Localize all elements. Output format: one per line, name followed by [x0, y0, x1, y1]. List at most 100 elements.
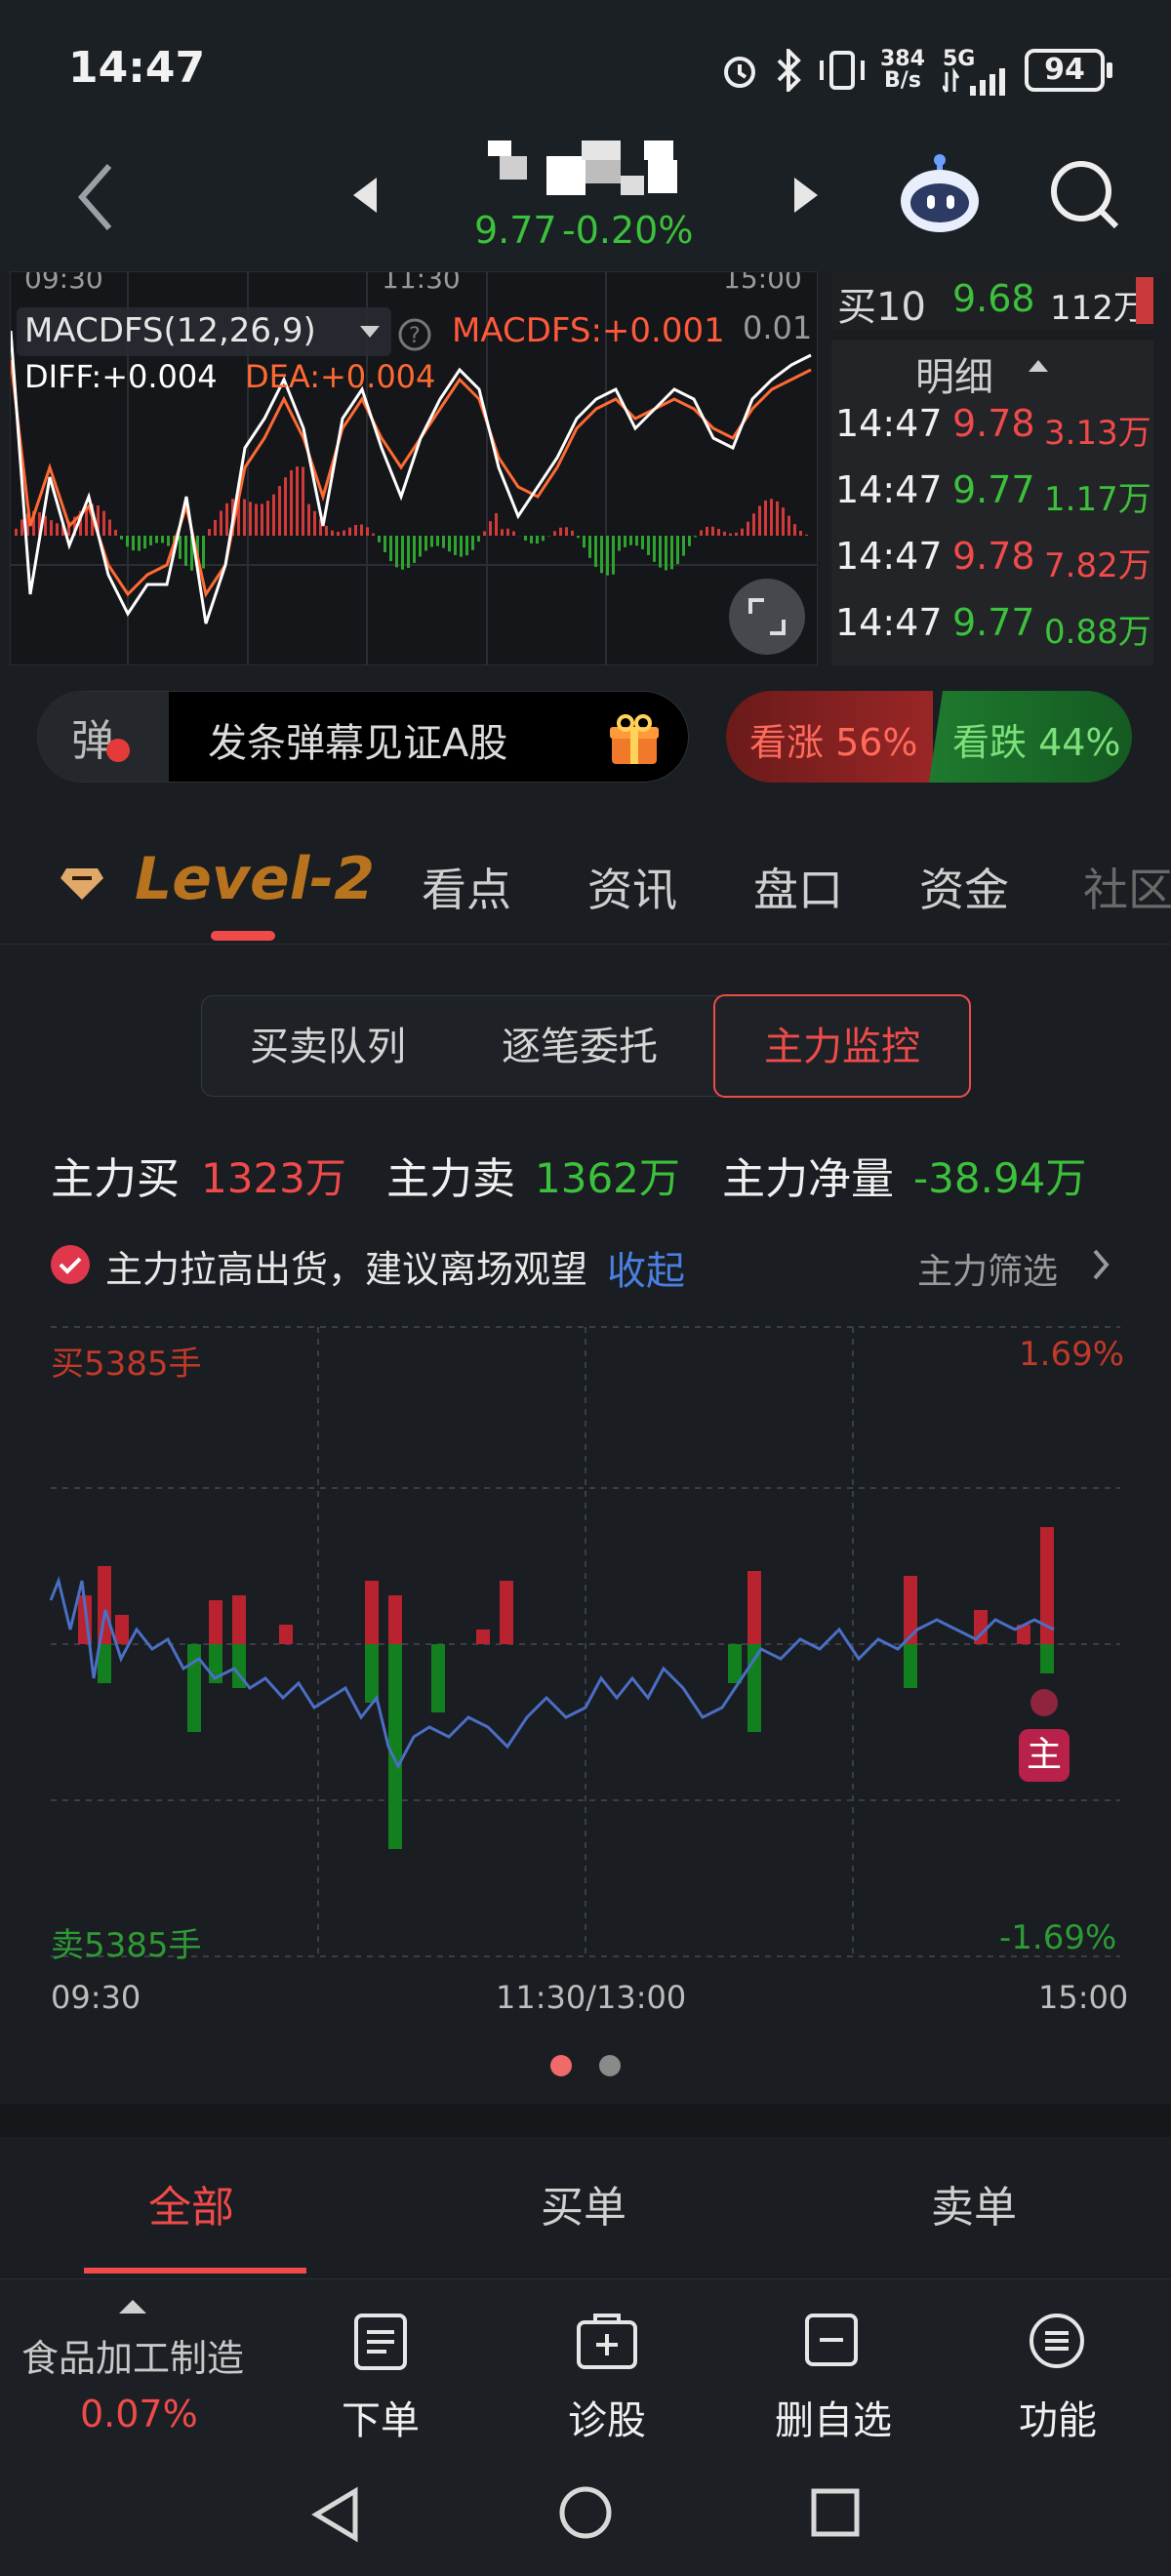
tab-all[interactable]: 全部: [148, 2172, 234, 2234]
buy10-label: 买10: [837, 285, 926, 330]
main-monitor-chart[interactable]: 买5385手 1.69% 卖5385手 -1.69% 主 09:30 11:30…: [0, 1308, 1171, 2016]
macd-histogram-bar: [284, 477, 287, 536]
macd-histogram-bar: [547, 536, 550, 537]
trade-detail-panel: 买10 9.68 112万 明细 14:47 9.78 3.13万 14:47 9…: [831, 271, 1153, 665]
remove-watchlist-icon[interactable]: [804, 2313, 859, 2367]
chart-top-left-label: 买5385手: [51, 1345, 202, 1384]
gift-icon[interactable]: [608, 713, 661, 766]
collapse-link[interactable]: 收起: [607, 1239, 685, 1296]
macd-histogram-bar: [477, 536, 480, 543]
macd-histogram-bar: [665, 536, 667, 571]
nav-recents-icon[interactable]: [810, 2487, 861, 2538]
nav-home-icon[interactable]: [558, 2485, 613, 2540]
macd-histogram-bar: [220, 510, 222, 536]
macd-histogram-bar: [167, 536, 170, 546]
main-buy-bar: [365, 1581, 379, 1644]
tab-funds[interactable]: 资金: [919, 855, 1009, 919]
macd-histogram-bar: [354, 524, 357, 536]
prev-stock-icon[interactable]: [351, 176, 381, 215]
macd-axis-top: 0.01: [743, 309, 813, 346]
detail-row: 14:47 9.78 7.82万: [831, 529, 1153, 587]
toolbar-remove-watchlist[interactable]: 删自选: [775, 2389, 892, 2445]
detail-row: 14:47 9.78 3.13万: [831, 396, 1153, 455]
macd-histogram-bar: [413, 536, 416, 563]
macd-histogram-bar: [249, 502, 252, 536]
fullscreen-button[interactable]: [729, 579, 805, 655]
tab-kandian[interactable]: 看点: [422, 855, 511, 919]
macd-histogram-bar: [384, 536, 386, 552]
tab-level2[interactable]: Level-2: [135, 845, 375, 913]
macd-histogram-bar: [752, 513, 755, 536]
volume-bar: [1136, 277, 1153, 324]
expand-icon: [748, 598, 786, 635]
macd-histogram-bar: [670, 536, 673, 570]
buy10-volume: 112万: [1050, 289, 1147, 328]
search-icon[interactable]: [1046, 156, 1124, 234]
tab-pankou[interactable]: 盘口: [753, 855, 843, 919]
toolbar-functions[interactable]: 功能: [1019, 2389, 1097, 2445]
macd-histogram-bar: [688, 536, 691, 546]
segment-main-monitor[interactable]: 主力监控: [713, 994, 971, 1098]
macd-histogram-bar: [179, 536, 182, 559]
tab-sell-orders[interactable]: 卖单: [931, 2172, 1017, 2234]
toolbar-order[interactable]: 下单: [342, 2389, 420, 2445]
macd-value: MACDFS:+0.001: [452, 311, 725, 350]
indicator-selector[interactable]: MACDFS(12,26,9): [17, 307, 391, 356]
expand-up-icon[interactable]: [119, 2299, 146, 2314]
robot-assistant-icon[interactable]: [898, 152, 982, 240]
menu-icon[interactable]: [1029, 2313, 1085, 2369]
detail-time: 14:47: [835, 601, 943, 644]
macd-histogram-bar: [15, 528, 18, 536]
danmu-check-icon: [106, 739, 130, 762]
macd-histogram-bar: [343, 530, 345, 536]
help-icon[interactable]: ?: [397, 317, 432, 352]
main-buy-bar: [500, 1581, 513, 1644]
stock-header: 9.77 -0.20%: [0, 137, 1171, 273]
toolbar-diagnose[interactable]: 诊股: [568, 2389, 646, 2445]
macd-histogram-bar: [524, 536, 527, 541]
danmu-input[interactable]: 弹 发条弹幕见证A股: [37, 691, 689, 783]
main-marker-badge[interactable]: 主: [1019, 1729, 1070, 1782]
macd-histogram-bar: [571, 530, 574, 536]
detail-time: 14:47: [835, 468, 943, 511]
chevron-right-icon: [1091, 1249, 1110, 1280]
back-icon[interactable]: [72, 160, 121, 234]
macd-histogram-bar: [635, 536, 638, 546]
macd-histogram-bar: [120, 536, 123, 540]
macd-panel[interactable]: 09:30 11:30 15:00 MACDFS(12,26,9) ? MACD…: [10, 271, 818, 665]
system-nav-bar: [0, 2464, 1171, 2576]
macd-histogram-bar: [559, 527, 562, 536]
vote-up-button[interactable]: 看涨 56%: [726, 691, 933, 783]
tab-news[interactable]: 资讯: [587, 855, 677, 919]
macd-histogram-bar: [442, 536, 445, 548]
detail-row: 14:47 9.77 1.17万: [831, 463, 1153, 521]
segment-queue[interactable]: 买卖队列: [202, 996, 454, 1098]
macd-histogram-bar: [161, 536, 164, 543]
macd-histogram-bar: [202, 536, 205, 569]
status-bar: 14:47 384 B/s 5G 94: [0, 0, 1171, 137]
order-icon[interactable]: [353, 2313, 408, 2371]
macd-histogram-bar: [108, 519, 111, 536]
detail-list[interactable]: 明细 14:47 9.78 3.13万 14:47 9.77 1.17万 14:47…: [831, 340, 1153, 665]
macd-histogram-bar: [302, 466, 304, 536]
main-filter-link[interactable]: 主力筛选: [917, 1243, 1058, 1294]
tab-community[interactable]: 社区: [1083, 855, 1171, 913]
danmu-toggle[interactable]: 弹: [38, 692, 169, 782]
nav-back-icon[interactable]: [308, 2485, 363, 2544]
main-sell-bar: [904, 1644, 917, 1688]
main-sell-label: 主力卖: [386, 1154, 515, 1204]
vote-down-button[interactable]: 看跌 44%: [929, 691, 1132, 783]
macd-histogram-bar: [776, 501, 779, 536]
alarm-icon: [720, 51, 759, 90]
macd-histogram-bar: [20, 519, 23, 536]
page-dot-active[interactable]: [550, 2055, 572, 2076]
next-stock-icon[interactable]: [790, 176, 820, 215]
detail-row: 14:47 9.77 0.88万: [831, 595, 1153, 654]
segment-orders[interactable]: 逐笔委托: [454, 996, 706, 1098]
sector-name[interactable]: 食品加工制造: [21, 2328, 244, 2382]
diagnose-icon[interactable]: [576, 2313, 638, 2371]
macd-histogram-bar: [313, 510, 316, 536]
macd-histogram-bar: [682, 536, 685, 556]
tab-buy-orders[interactable]: 买单: [541, 2172, 626, 2234]
page-dot[interactable]: [599, 2055, 621, 2076]
